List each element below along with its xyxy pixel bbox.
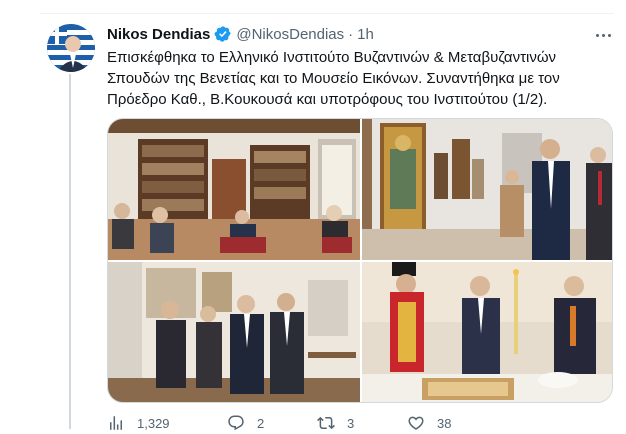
- page-left-margin: [0, 0, 40, 429]
- tweet-text: Επισκέφθηκα το Ελληνικό Ινστιτούτο Βυζαν…: [107, 47, 607, 110]
- like-count: 38: [437, 415, 452, 431]
- tweet-text-line: Πρόεδρο Καθ., Β.Κουκουσά και υποτρόφους …: [107, 91, 548, 108]
- reply-button[interactable]: 2: [227, 414, 264, 432]
- more-dots-icon[interactable]: [592, 26, 614, 44]
- tweet-text-line: Επισκέφθηκα το Ελληνικό Ινστιτούτο Βυζαν…: [107, 49, 557, 66]
- tweet-action-bar: 1,329 2 3 38: [107, 414, 587, 434]
- author-name[interactable]: Nikos Dendias: [107, 26, 210, 43]
- tweet-text-line: Σπουδών της Βενετίας και το Μουσείο Εικό…: [107, 70, 560, 87]
- author-handle[interactable]: @NikosDendias: [236, 26, 344, 43]
- retweet-icon: [317, 416, 335, 430]
- photo-group[interactable]: [108, 262, 360, 402]
- retweet-count: 3: [347, 415, 355, 431]
- views-count: 1,329: [137, 415, 170, 431]
- timestamp[interactable]: 1h: [357, 26, 374, 43]
- retweet-button[interactable]: 3: [317, 414, 354, 432]
- photo-icon-museum[interactable]: [362, 119, 612, 260]
- reply-count: 2: [257, 415, 265, 431]
- page-right-margin: [614, 0, 626, 429]
- thread-connector-line: [69, 74, 71, 429]
- avatar[interactable]: [47, 24, 95, 72]
- media-grid: [107, 118, 613, 403]
- photo-library-meeting[interactable]: [108, 119, 360, 260]
- tweet-header: Nikos Dendias @NikosDendias · 1h: [107, 24, 374, 44]
- heart-icon: [408, 416, 424, 430]
- header-separator: ·: [348, 25, 354, 43]
- reply-icon: [228, 415, 244, 431]
- like-button[interactable]: 38: [407, 414, 451, 432]
- avatar-photo: [47, 24, 95, 72]
- analytics-icon: [110, 416, 122, 430]
- tweet-divider: [40, 13, 614, 14]
- views-button[interactable]: 1,329: [107, 414, 170, 432]
- verified-badge-icon: [214, 25, 232, 43]
- photo-ceremony[interactable]: [362, 262, 612, 402]
